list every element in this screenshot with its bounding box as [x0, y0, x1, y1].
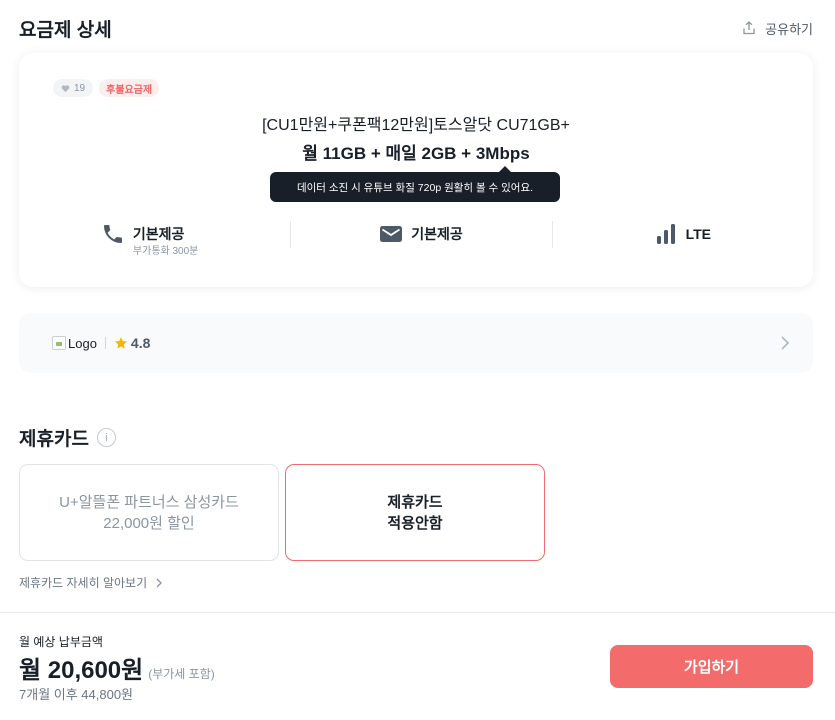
page-header: 요금제 상세 공유하기	[19, 14, 813, 42]
option-discount: 22,000원 할인	[103, 514, 195, 532]
after-promo-price: 7개월 이후 44,800원	[19, 687, 134, 702]
like-badge[interactable]: 19	[53, 79, 94, 97]
mail-icon	[380, 226, 403, 242]
plan-summary-card: 19 후불요금제 [CU1만원+쿠폰팩12만원]토스알닷 CU71GB+ 월 1…	[19, 53, 813, 287]
page-title: 요금제 상세	[19, 19, 112, 41]
postpaid-badge: 후불요금제	[99, 79, 160, 97]
rating-value: 4.8	[130, 335, 151, 351]
price-amount: 월 20,600원	[19, 657, 144, 684]
monthly-price: 월 20,600원 (부가세 포함)	[19, 650, 215, 685]
partner-card-details-link[interactable]: 제휴카드 자세히 알아보기	[19, 574, 163, 591]
details-link-label: 제휴카드 자세히 알아보기	[19, 576, 148, 590]
carrier-divider	[104, 337, 106, 349]
option-title: 제휴카드	[387, 493, 443, 511]
carrier-logo: Logo	[52, 336, 97, 351]
share-icon	[743, 21, 755, 35]
share-label: 공유하기	[765, 21, 813, 37]
chevron-right-icon	[156, 578, 163, 587]
carrier-rating: 4.8	[114, 335, 150, 351]
chevron-right-icon	[781, 336, 790, 350]
partner-card-heading: 제휴카드	[19, 429, 89, 450]
partner-card-option-samsung[interactable]: U+알뜰폰 파트너스 삼성카드 22,000원 할인	[19, 464, 279, 561]
broken-image-icon	[52, 336, 66, 350]
heart-icon	[61, 84, 70, 92]
carrier-info-row[interactable]: Logo 4.8	[19, 313, 813, 373]
plan-name: [CU1만원+쿠폰팩12만원]토스알닷 CU71GB+	[262, 117, 570, 134]
call-label: 기본제공	[132, 226, 185, 242]
plan-data-summary: 월 11GB + 매일 2GB + 3Mbps	[302, 144, 530, 163]
star-icon	[114, 337, 127, 349]
call-extra-minutes: 부가통화 300분	[132, 246, 199, 257]
option-title: U+알뜰폰 파트너스 삼성카드	[59, 493, 239, 511]
vat-note: (부가세 포함)	[148, 667, 215, 681]
sms-label: 기본제공	[411, 226, 463, 242]
like-count: 19	[74, 82, 86, 94]
data-speed-tooltip: 데이터 소진 시 유튜브 화질 720p 원활히 볼 수 있어요.	[270, 166, 560, 202]
feature-call: 기본제공 부가통화 300분	[19, 221, 290, 261]
monthly-price-label: 월 예상 납부금액	[19, 635, 103, 649]
signal-bars-icon	[656, 224, 675, 244]
network-label: LTE	[685, 226, 712, 242]
partner-card-section-title: 제휴카드 i	[19, 424, 116, 451]
feature-sms: 기본제공	[290, 221, 551, 261]
info-icon[interactable]: i	[96, 428, 116, 447]
phone-icon	[103, 225, 122, 243]
plan-badges: 19 후불요금제	[53, 79, 160, 97]
option-discount: 적용안함	[387, 514, 443, 532]
share-button[interactable]: 공유하기	[741, 19, 813, 38]
join-button[interactable]: 가입하기	[610, 645, 813, 688]
plan-features: 기본제공 부가통화 300분 기본제공 LTE	[19, 221, 813, 261]
partner-card-option-none[interactable]: 제휴카드 적용안함	[285, 464, 545, 561]
feature-network: LTE	[551, 221, 813, 261]
footer-divider	[0, 612, 835, 613]
carrier-logo-alt: Logo	[68, 335, 97, 351]
